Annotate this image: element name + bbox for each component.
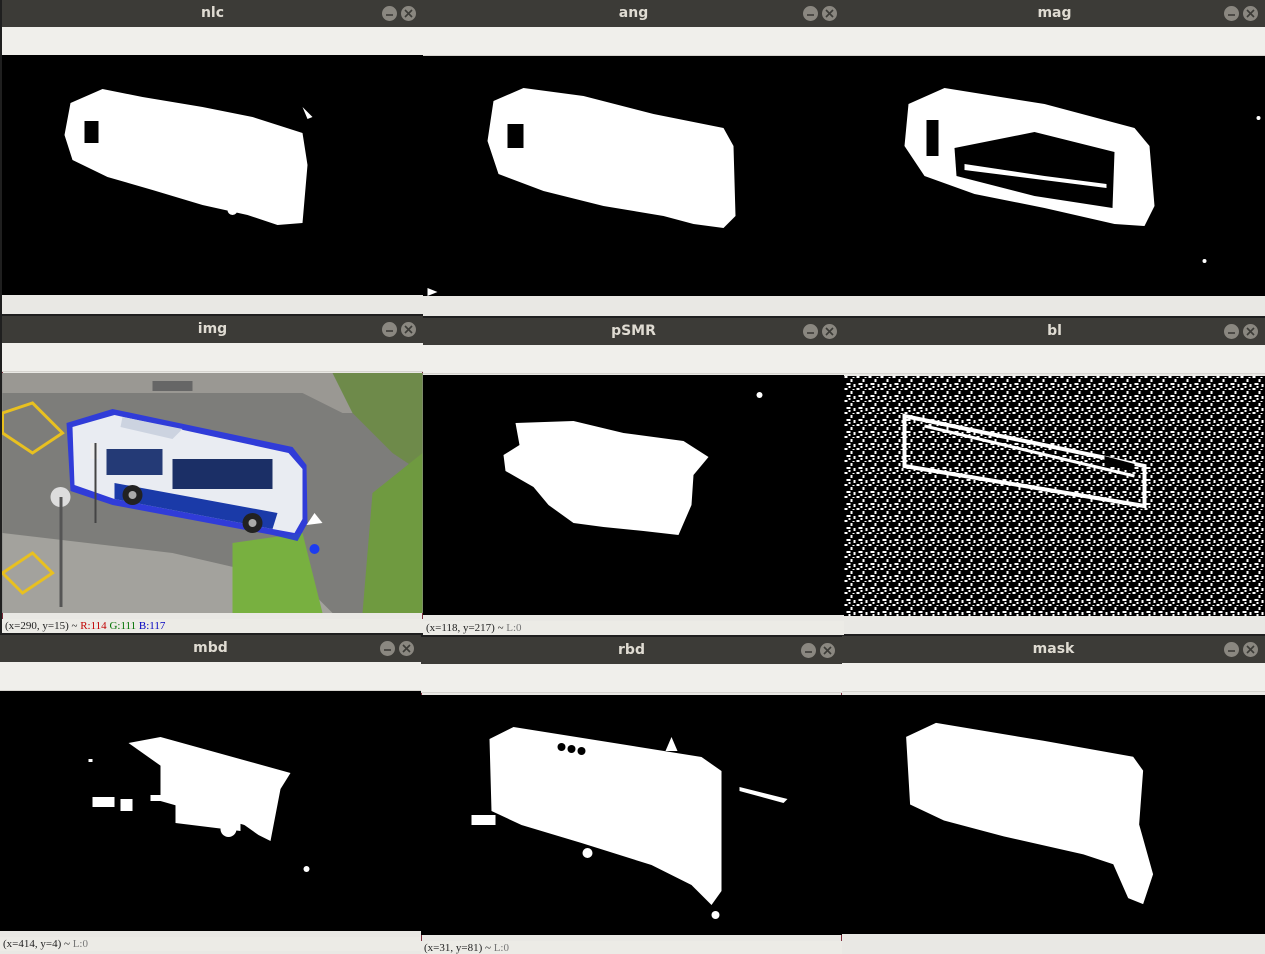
toolbar bbox=[842, 663, 1265, 692]
titlebar[interactable]: ang bbox=[423, 0, 844, 27]
minimize-icon[interactable] bbox=[803, 6, 818, 21]
window-title: ang bbox=[618, 5, 649, 21]
image-view[interactable] bbox=[423, 375, 844, 615]
close-icon[interactable] bbox=[822, 324, 837, 339]
mbd-image bbox=[88, 737, 310, 872]
close-icon[interactable] bbox=[822, 6, 837, 21]
image-view[interactable] bbox=[844, 56, 1265, 296]
window-rbd[interactable]: rbd (x=31, y=81) ~ L:0 bbox=[421, 637, 842, 954]
status-bar: (x=290, y=15) ~ R:114 G:111 B:117 bbox=[2, 619, 423, 633]
toolbar bbox=[2, 27, 423, 56]
image-view[interactable] bbox=[842, 695, 1265, 934]
window-title: mag bbox=[1037, 5, 1072, 21]
minimize-icon[interactable] bbox=[803, 324, 818, 339]
close-icon[interactable] bbox=[399, 641, 414, 656]
minimize-icon[interactable] bbox=[1224, 642, 1239, 657]
image-view[interactable] bbox=[423, 56, 844, 296]
toolbar bbox=[423, 345, 844, 374]
close-icon[interactable] bbox=[820, 643, 835, 658]
minimize-icon[interactable] bbox=[380, 641, 395, 656]
close-icon[interactable] bbox=[401, 322, 416, 337]
toolbar bbox=[423, 27, 844, 56]
image-view[interactable] bbox=[2, 55, 423, 295]
window-title: rbd bbox=[618, 642, 645, 658]
label-value: L:0 bbox=[72, 938, 88, 950]
red-value: R:114 bbox=[80, 620, 107, 632]
window-title: nlc bbox=[200, 5, 225, 21]
toolbar bbox=[421, 664, 842, 693]
window-nlc[interactable]: nlc bbox=[2, 0, 423, 314]
titlebar[interactable]: mag bbox=[844, 0, 1265, 27]
window-mag[interactable]: mag bbox=[844, 0, 1265, 316]
titlebar[interactable]: pSMR bbox=[423, 318, 844, 345]
nlc-image bbox=[64, 89, 313, 225]
titlebar[interactable]: img bbox=[2, 316, 423, 343]
minimize-icon[interactable] bbox=[1224, 324, 1239, 339]
mag-image bbox=[904, 88, 1261, 263]
ang-image bbox=[427, 88, 736, 296]
titlebar[interactable]: bl bbox=[844, 318, 1265, 345]
window-title: mask bbox=[1032, 641, 1075, 657]
mask-image bbox=[906, 722, 1154, 905]
titlebar[interactable]: mbd bbox=[0, 635, 421, 662]
toolbar bbox=[844, 27, 1265, 56]
image-view[interactable] bbox=[844, 376, 1265, 616]
label-value: L:0 bbox=[506, 622, 522, 634]
window-title: pSMR bbox=[611, 323, 656, 339]
close-icon[interactable] bbox=[1243, 6, 1258, 21]
toolbar bbox=[844, 345, 1265, 374]
image-view[interactable] bbox=[0, 691, 421, 931]
image-view[interactable] bbox=[2, 373, 423, 613]
cursor-coordinates: (x=414, y=4) ~ bbox=[3, 938, 70, 950]
bl-image bbox=[844, 376, 1265, 616]
status-bar: (x=31, y=81) ~ L:0 bbox=[421, 941, 842, 954]
close-icon[interactable] bbox=[1243, 642, 1258, 657]
toolbar bbox=[0, 662, 421, 691]
cursor-coordinates: (x=31, y=81) ~ bbox=[424, 942, 491, 954]
green-value: G:111 bbox=[109, 620, 137, 632]
image-view[interactable] bbox=[421, 695, 842, 935]
window-img[interactable]: img (x=290, y=15) ~ R:114 G:111 B:117 bbox=[2, 316, 423, 633]
status-bar: (x=118, y=217) ~ L:0 bbox=[423, 621, 844, 635]
rbd-image bbox=[471, 727, 788, 919]
status-bar: (x=414, y=4) ~ L:0 bbox=[0, 937, 421, 951]
cursor-coordinates: (x=290, y=15) ~ bbox=[5, 620, 78, 632]
minimize-icon[interactable] bbox=[801, 643, 816, 658]
window-bl[interactable]: bl bbox=[844, 318, 1265, 634]
blue-value: B:117 bbox=[138, 620, 166, 632]
close-icon[interactable] bbox=[401, 6, 416, 21]
window-title: bl bbox=[1047, 323, 1062, 339]
titlebar[interactable]: nlc bbox=[2, 0, 423, 27]
window-ang[interactable]: ang bbox=[423, 0, 844, 316]
titlebar[interactable]: rbd bbox=[421, 637, 842, 664]
minimize-icon[interactable] bbox=[382, 6, 397, 21]
window-pSMR[interactable]: pSMR (x=118, y=217) ~ L:0 bbox=[423, 318, 844, 635]
pSMR-image bbox=[503, 392, 763, 535]
minimize-icon[interactable] bbox=[382, 322, 397, 337]
toolbar bbox=[2, 343, 423, 372]
close-icon[interactable] bbox=[1243, 324, 1258, 339]
window-mbd[interactable]: mbd (x=414, y=4) ~ L:0 bbox=[0, 635, 421, 954]
label-value: L:0 bbox=[493, 942, 509, 954]
bus-photo bbox=[2, 373, 423, 613]
window-mask[interactable]: mask bbox=[842, 636, 1265, 954]
cursor-coordinates: (x=118, y=217) ~ bbox=[426, 622, 504, 634]
window-title: mbd bbox=[193, 640, 228, 656]
window-title: img bbox=[197, 321, 228, 337]
titlebar[interactable]: mask bbox=[842, 636, 1265, 663]
minimize-icon[interactable] bbox=[1224, 6, 1239, 21]
